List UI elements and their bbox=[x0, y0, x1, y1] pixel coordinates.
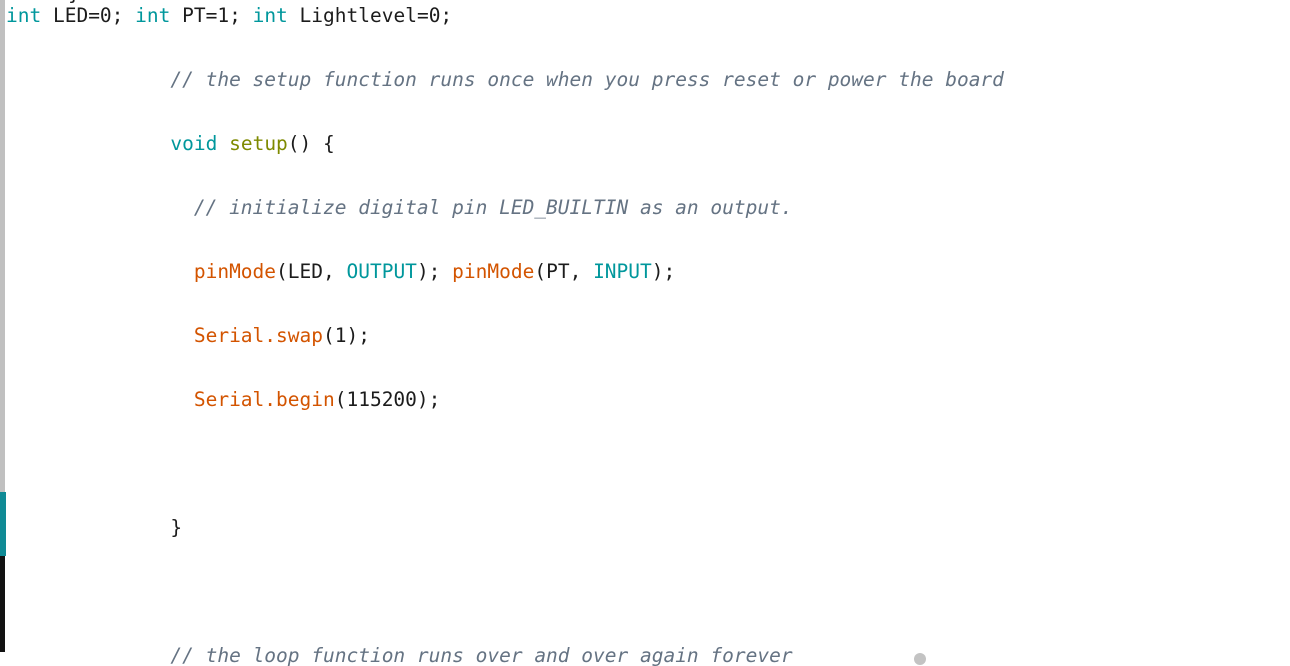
code-token-plain: PT=1; bbox=[170, 4, 253, 27]
code-token-plain: (115200); bbox=[334, 388, 441, 411]
code-token-plain: Lightlevel=0; bbox=[287, 4, 453, 27]
code-token-plain: } bbox=[170, 516, 183, 539]
code-token-const: OUTPUT bbox=[346, 260, 417, 283]
code-token-plain: () { bbox=[287, 132, 335, 155]
code-token-plain: ); bbox=[416, 260, 453, 283]
code-token-type: void bbox=[170, 132, 218, 155]
code-line: pinMode(LED, OUTPUT); pinMode(PT, INPUT)… bbox=[6, 256, 1051, 288]
code-token-plain: (1); bbox=[322, 324, 370, 347]
editor-window: } int LED=0; int PT=1; int Lightlevel=0;… bbox=[0, 0, 1290, 666]
code-token-func: Serial.swap bbox=[193, 324, 323, 347]
code-line: int LED=0; int PT=1; int Lightlevel=0; bbox=[6, 0, 1051, 32]
code-editor-surface[interactable]: } int LED=0; int PT=1; int Lightlevel=0;… bbox=[6, 0, 1290, 666]
code-token-plain: (LED, bbox=[276, 260, 347, 283]
scrollbar-thumb[interactable] bbox=[0, 0, 5, 492]
source-code[interactable]: int LED=0; int PT=1; int Lightlevel=0; /… bbox=[6, 0, 1051, 666]
code-token-plain: ); bbox=[651, 260, 676, 283]
code-line: // the loop function runs over and over … bbox=[6, 640, 1051, 666]
code-token-func: Serial.begin bbox=[193, 388, 335, 411]
code-token-func: pinMode bbox=[452, 260, 535, 283]
code-token-const: INPUT bbox=[593, 260, 652, 283]
code-line: Serial.begin(115200); bbox=[6, 384, 1051, 416]
code-token-type: int bbox=[252, 4, 288, 27]
code-line: Serial.swap(1); bbox=[6, 320, 1051, 352]
code-line: // the setup function runs once when you… bbox=[6, 64, 1051, 96]
scrollbar-marker-black[interactable] bbox=[0, 556, 5, 652]
code-line: } bbox=[6, 512, 1051, 544]
code-token-plain: LED=0; bbox=[41, 4, 136, 27]
code-line: // initialize digital pin LED_BUILTIN as… bbox=[6, 192, 1051, 224]
code-token-comment: // initialize digital pin LED_BUILTIN as… bbox=[193, 196, 793, 219]
code-token-comment: // the loop function runs over and over … bbox=[170, 644, 793, 666]
code-token-type: int bbox=[135, 4, 171, 27]
code-token-fname: setup bbox=[229, 132, 288, 155]
floating-handle-dot[interactable] bbox=[914, 653, 926, 665]
code-token-comment: // the setup function runs once when you… bbox=[170, 68, 1004, 91]
code-token-plain: (PT, bbox=[534, 260, 594, 283]
code-token-func: pinMode bbox=[193, 260, 277, 283]
code-token-type: int bbox=[6, 4, 42, 27]
code-line: void setup() { bbox=[6, 128, 1051, 160]
